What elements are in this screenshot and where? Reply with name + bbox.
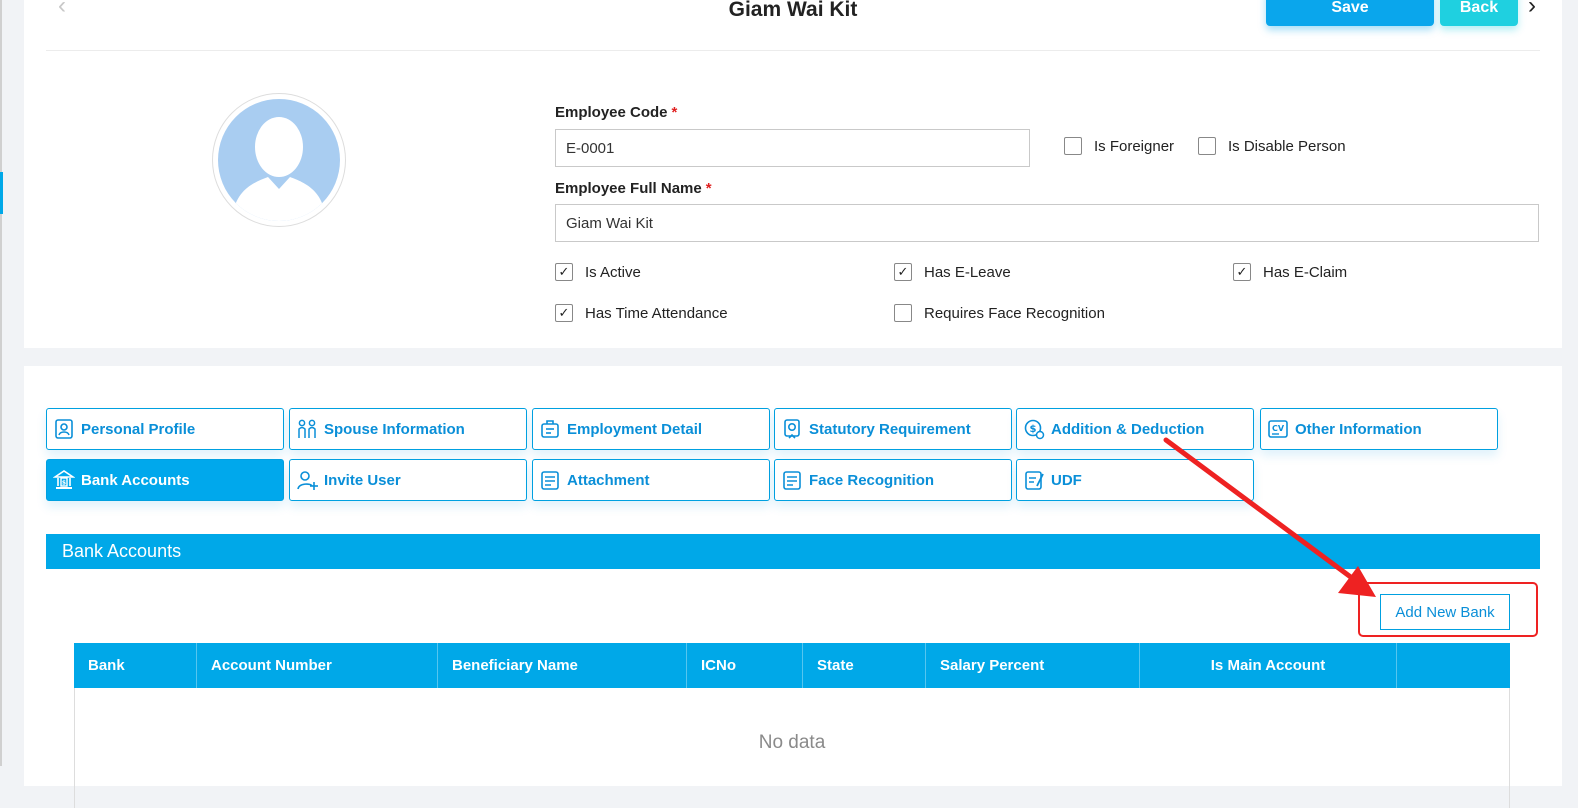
briefcase-icon: [539, 418, 561, 440]
table-body: No data: [74, 688, 1510, 808]
money-icon: $: [1023, 418, 1045, 440]
bank-icon: $: [52, 469, 76, 491]
required-mark: *: [671, 104, 678, 121]
cv-icon: CV: [1267, 418, 1289, 440]
checkbox-label: Requires Face Recognition: [924, 304, 1105, 322]
svg-text:$: $: [62, 480, 66, 487]
requires-face-recognition-checkbox[interactable]: Requires Face Recognition: [894, 304, 1105, 322]
checkbox-label: Has E-Leave: [924, 263, 1011, 281]
couple-icon: [296, 418, 318, 440]
checkbox-label: Has Time Attendance: [585, 304, 728, 322]
full-name-field[interactable]: Giam Wai Kit: [555, 204, 1539, 242]
full-name-label: Employee Full Name *: [555, 180, 712, 197]
edit-document-icon: [1023, 469, 1045, 491]
checkbox-label: Is Disable Person: [1228, 137, 1346, 155]
header-row: ‹ Giam Wai Kit Save Back ›: [46, 0, 1540, 51]
checkbox-label: Has E-Claim: [1263, 263, 1348, 281]
column-header-actions: [1397, 643, 1510, 688]
tab-label: Employment Detail: [567, 420, 703, 438]
tab-statutory-requirement[interactable]: Statutory Requirement: [774, 408, 1012, 450]
tab-label: Other Information: [1295, 420, 1422, 438]
document-icon: [781, 469, 803, 491]
tab-label: Addition & Deduction: [1051, 420, 1205, 438]
tab-addition-deduction[interactable]: $ Addition & Deduction: [1016, 408, 1254, 450]
column-header[interactable]: State: [803, 643, 926, 688]
certificate-icon: [781, 418, 803, 440]
is-disable-person-checkbox[interactable]: Is Disable Person: [1198, 137, 1346, 155]
has-e-claim-checkbox[interactable]: ✓ Has E-Claim: [1233, 263, 1347, 281]
tab-label: UDF: [1051, 471, 1082, 489]
tab-label: Statutory Requirement: [809, 420, 971, 438]
column-header[interactable]: Is Main Account: [1140, 643, 1397, 688]
table-header: Bank Account Number Beneficiary Name ICN…: [74, 643, 1510, 688]
has-time-attendance-checkbox[interactable]: ✓ Has Time Attendance: [555, 304, 728, 322]
column-header[interactable]: Bank: [74, 643, 197, 688]
tab-label: Attachment: [567, 471, 650, 489]
document-icon: [539, 469, 561, 491]
empty-state-text: No data: [758, 732, 826, 753]
tab-personal-profile[interactable]: Personal Profile: [46, 408, 284, 450]
svg-text:$: $: [1030, 424, 1037, 435]
profile-icon: [53, 418, 75, 440]
tab-udf[interactable]: UDF: [1016, 459, 1254, 501]
left-edge-accent: [0, 172, 3, 214]
column-header[interactable]: Beneficiary Name: [438, 643, 687, 688]
avatar[interactable]: [212, 93, 346, 227]
tab-label: Face Recognition: [809, 471, 935, 489]
has-e-leave-checkbox[interactable]: ✓ Has E-Leave: [894, 263, 1011, 281]
employee-code-label-text: Employee Code: [555, 104, 668, 121]
tab-other-information[interactable]: CV Other Information: [1260, 408, 1498, 450]
save-button[interactable]: Save: [1266, 0, 1434, 26]
back-button[interactable]: Back: [1440, 0, 1518, 26]
checkbox-box[interactable]: ✓: [1233, 263, 1251, 281]
employee-tabs-panel: Personal Profile Spouse Information Empl…: [24, 366, 1562, 808]
checkbox-box[interactable]: [1064, 137, 1082, 155]
tab-label: Personal Profile: [81, 420, 196, 438]
add-new-bank-button[interactable]: Add New Bank: [1380, 594, 1510, 630]
checkbox-box[interactable]: ✓: [894, 263, 912, 281]
chevron-right-icon[interactable]: ›: [1528, 0, 1536, 18]
tab-label: Bank Accounts: [81, 471, 190, 489]
is-active-checkbox[interactable]: ✓ Is Active: [555, 263, 641, 281]
svg-text:CV: CV: [1272, 424, 1285, 433]
checkbox-box[interactable]: ✓: [555, 304, 573, 322]
section-header: Bank Accounts: [46, 534, 1540, 569]
column-header[interactable]: Account Number: [197, 643, 438, 688]
column-header[interactable]: ICNo: [687, 643, 803, 688]
checkbox-label: Is Foreigner: [1094, 137, 1175, 155]
left-edge-strip: [0, 0, 3, 766]
checkbox-box[interactable]: [894, 304, 912, 322]
tab-label: Invite User: [324, 471, 401, 489]
is-foreigner-checkbox[interactable]: Is Foreigner: [1064, 137, 1174, 155]
user-silhouette-icon: [218, 99, 340, 221]
checkbox-box[interactable]: [1198, 137, 1216, 155]
tab-label: Spouse Information: [324, 420, 465, 438]
tab-face-recognition[interactable]: Face Recognition: [774, 459, 1012, 501]
tab-employment-detail[interactable]: Employment Detail: [532, 408, 770, 450]
tab-spouse-information[interactable]: Spouse Information: [289, 408, 527, 450]
tab-bank-accounts[interactable]: $ Bank Accounts: [46, 459, 284, 501]
employee-code-field[interactable]: E-0001: [555, 129, 1030, 167]
add-user-icon: [296, 469, 318, 491]
column-header[interactable]: Salary Percent: [926, 643, 1140, 688]
checkbox-box[interactable]: ✓: [555, 263, 573, 281]
required-mark: *: [705, 180, 712, 197]
employee-code-label: Employee Code *: [555, 104, 677, 121]
tab-invite-user[interactable]: Invite User: [289, 459, 527, 501]
tab-attachment[interactable]: Attachment: [532, 459, 770, 501]
employee-header-panel: ‹ Giam Wai Kit Save Back › Employee Code…: [24, 0, 1562, 348]
bank-accounts-table: Bank Account Number Beneficiary Name ICN…: [74, 643, 1510, 808]
checkbox-label: Is Active: [585, 263, 641, 281]
full-name-label-text: Employee Full Name: [555, 180, 702, 197]
